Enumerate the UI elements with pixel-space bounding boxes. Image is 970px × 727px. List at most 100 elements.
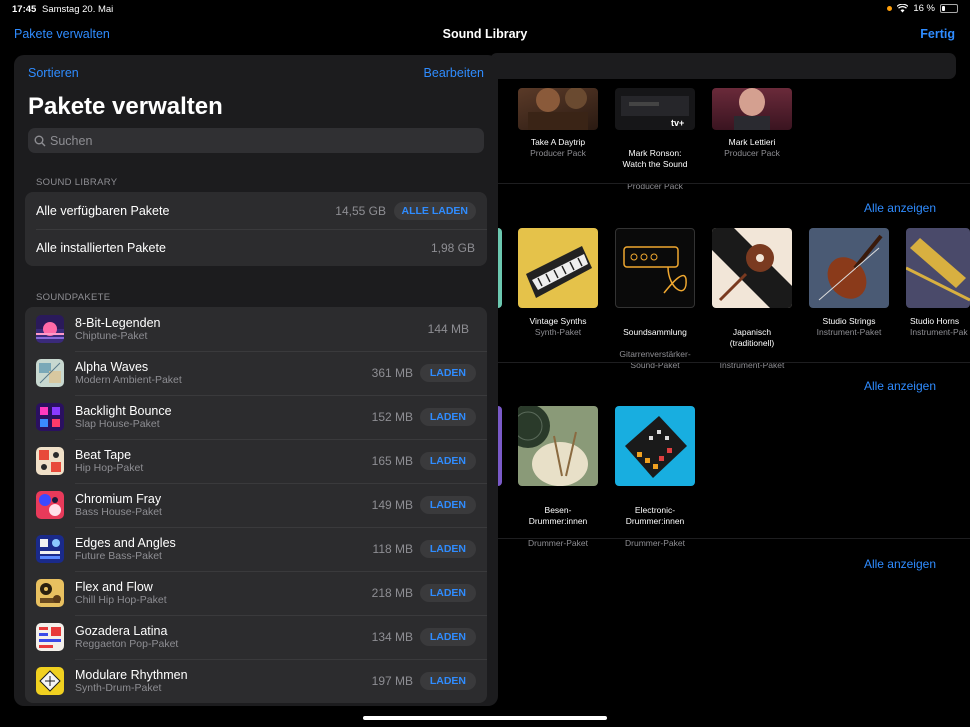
load-all-button[interactable]: ALLE LADEN [393, 201, 476, 220]
pack-size: 152 MB [371, 410, 413, 424]
manage-packs-popover: Sortieren Bearbeiten Pakete verwalten SO… [14, 55, 498, 706]
pack-card-vintage-synths[interactable] [518, 228, 598, 308]
pack-text: 8-Bit-Legenden Chiptune-Paket [75, 316, 160, 343]
section-divider [498, 538, 970, 539]
pack-size: 165 MB [371, 454, 413, 468]
section-divider [498, 362, 970, 363]
search-field[interactable] [28, 128, 484, 153]
pack-row[interactable]: Gozadera Latina Reggaeton Pop-Paket 134 MB… [25, 615, 487, 659]
row-all-installed[interactable]: Alle installierten Pakete 1,98 GB [25, 229, 487, 266]
pack-row[interactable]: Beat Tape Hip Hop-Paket 165 MB LADEN [25, 439, 487, 483]
pack-row[interactable]: Backlight Bounce Slap House-Paket 152 MB LA… [25, 395, 487, 439]
pack-subtitle: Bass House-Paket [75, 505, 162, 518]
status-time: 17:45 [12, 4, 37, 15]
guitar-amp-icon [623, 246, 687, 294]
pack-size: 118 MB [372, 542, 413, 556]
pack-subtitle: Chill Hip Hop-Paket [75, 593, 167, 606]
row-all-available[interactable]: Alle verfügbaren Pakete 14,55 GB ALLE LA… [25, 192, 487, 229]
card-title: Soundsammlung [623, 327, 687, 337]
pack-size: 197 MB [371, 674, 413, 688]
row-size: 14,55 GB [335, 203, 386, 218]
section-header-library: SOUND LIBRARY [36, 177, 118, 188]
pack-card-mark-ronson[interactable]: tv+ [615, 88, 695, 130]
card-caption: Besen- Drummer:innen Drummer-Paket [508, 494, 608, 560]
card-title: Japanisch (traditionell) [729, 327, 775, 348]
card-caption: Mark Ronson: Watch the Sound Producer Pa… [605, 137, 705, 203]
search-input[interactable] [50, 133, 450, 148]
load-button[interactable]: LADEN [419, 496, 476, 514]
latin-pattern-icon [36, 623, 64, 651]
search-icon [34, 135, 46, 146]
pack-card-studio-strings[interactable] [809, 228, 889, 308]
sort-button[interactable]: Sortieren [28, 66, 79, 80]
see-all-link[interactable]: Alle anzeigen [864, 201, 936, 215]
status-date: Samstag 20. Mai [42, 4, 114, 15]
pack-text: Beat Tape Hip Hop-Paket [75, 448, 143, 475]
pack-text: Chromium Fray Bass House-Paket [75, 492, 162, 519]
load-button[interactable]: LADEN [419, 540, 476, 558]
pack-text: Backlight Bounce Slap House-Paket [75, 404, 172, 431]
row-size: 1,98 GB [430, 240, 475, 255]
pack-name: Backlight Bounce [75, 403, 172, 418]
edit-button[interactable]: Bearbeiten [424, 66, 484, 80]
ambient-collage-icon [36, 359, 64, 387]
card-title: Mark Ronson: Watch the Sound [622, 148, 688, 169]
pack-name: Flex and Flow [75, 579, 153, 594]
card-caption: Soundsammlung Gitarrenverstärker- Sound-… [605, 316, 705, 382]
pack-text: Flex and Flow Chill Hip Hop-Paket [75, 580, 167, 607]
load-button[interactable]: LADEN [419, 364, 476, 382]
load-button[interactable]: LADEN [419, 584, 476, 602]
pack-subtitle: Hip Hop-Paket [75, 461, 144, 474]
done-button[interactable]: Fertig [920, 27, 955, 41]
pack-card-take-a-daytrip[interactable] [518, 88, 598, 130]
library-search-bar[interactable] [490, 53, 956, 79]
card-caption: Japanisch (traditionell) Instrument-Pake… [702, 316, 802, 382]
pack-text: Modulare Rhythmen Synth-Drum-Paket [75, 668, 188, 695]
pack-row[interactable]: Modulare Rhythmen Synth-Drum-Paket 197 MB L… [25, 659, 487, 703]
card-title: Studio Strings [822, 316, 876, 326]
see-all-link[interactable]: Alle anzeigen [864, 557, 936, 571]
neon-grid-icon [36, 403, 64, 431]
card-caption: Electronic- Drummer:innen Drummer-Paket [605, 494, 705, 560]
pack-name: Beat Tape [75, 447, 132, 462]
load-button[interactable]: LADEN [419, 672, 476, 690]
producer-photo-icon [734, 88, 770, 130]
pack-row[interactable]: Chromium Fray Bass House-Paket 149 MB LADEN [25, 483, 487, 527]
pack-card-mark-lettieri[interactable] [712, 88, 792, 130]
pack-card-japanisch[interactable] [712, 228, 792, 308]
pack-row[interactable]: Edges and Angles Future Bass-Paket 118 MB L… [25, 527, 487, 571]
load-button[interactable]: LADEN [419, 408, 476, 426]
violin-icon [818, 234, 883, 301]
pack-row[interactable]: 8-Bit-Legenden Chiptune-Paket 144 MB [25, 307, 487, 351]
pack-subtitle: Future Bass-Paket [75, 549, 162, 562]
home-indicator[interactable] [363, 716, 607, 720]
wifi-icon [897, 4, 909, 13]
card-subtitle: Drummer-Paket [625, 538, 685, 548]
pixel-sunset-icon [36, 315, 64, 343]
status-bar: 17:45 Samstag 20. Mai 16 % [0, 0, 970, 18]
pack-size: 144 MB [427, 322, 469, 336]
pack-subtitle: Chiptune-Paket [75, 329, 148, 342]
pack-name: Gozadera Latina [75, 623, 168, 638]
status-right: 16 % [887, 3, 958, 14]
card-caption: Mark Lettieri Producer Pack [702, 137, 802, 159]
load-button[interactable]: LADEN [419, 452, 476, 470]
card-caption: Studio Strings Instrument-Paket [799, 316, 899, 338]
pack-card-electronic-drummer[interactable] [615, 406, 695, 486]
pack-row[interactable]: Flex and Flow Chill Hip Hop-Paket 218 MB LA… [25, 571, 487, 615]
card-subtitle: Producer Pack [724, 148, 780, 158]
pack-card-soundsammlung[interactable] [615, 228, 695, 308]
battery-icon [940, 4, 958, 13]
see-all-link[interactable]: Alle anzeigen [864, 379, 936, 393]
pack-card-studio-horns[interactable] [906, 228, 970, 308]
page-title: Sound Library [442, 27, 528, 41]
pack-text: Edges and Angles Future Bass-Paket [75, 536, 176, 563]
pack-card-besen-drummer[interactable] [518, 406, 598, 486]
trombone-icon [906, 238, 970, 302]
load-button[interactable]: LADEN [419, 628, 476, 646]
pack-row[interactable]: Alpha Waves Modern Ambient-Paket 361 MB LAD… [25, 351, 487, 395]
producer-photo-icon: tv+ [621, 96, 689, 128]
card-subtitle: Instrument-Pak [910, 327, 968, 337]
pack-text: Gozadera Latina Reggaeton Pop-Paket [75, 624, 178, 651]
library-group: Alle verfügbaren Pakete 14,55 GB ALLE LA… [25, 192, 487, 266]
